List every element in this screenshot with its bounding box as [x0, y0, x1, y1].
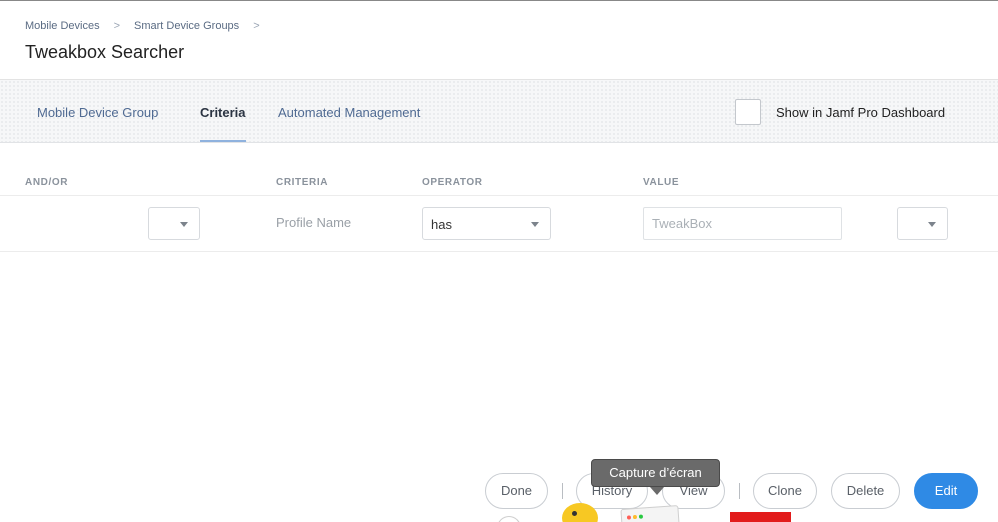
column-header-operator: OPERATOR: [422, 177, 483, 188]
chevron-down-icon: [531, 222, 539, 227]
table-row-divider: [0, 251, 998, 252]
parenthesis-select[interactable]: [897, 207, 948, 240]
page-title: Tweakbox Searcher: [25, 42, 185, 62]
edit-button[interactable]: Edit: [914, 473, 978, 509]
tab-automated-management[interactable]: Automated Management: [278, 105, 420, 141]
criteria-name: Profile Name: [276, 215, 352, 230]
column-header-value: VALUE: [643, 177, 680, 188]
tab-bar: Mobile Device Group Criteria Automated M…: [0, 80, 998, 143]
chevron-down-icon: [928, 222, 936, 227]
window-zoom-dot-icon: [638, 514, 644, 519]
and-or-select[interactable]: [148, 207, 200, 240]
window-minimize-dot-icon: [632, 514, 638, 520]
breadcrumb-separator: >: [253, 20, 260, 32]
dashboard-label: Show in Jamf Pro Dashboard: [776, 104, 946, 120]
breadcrumb-smart-device-groups[interactable]: Smart Device Groups: [134, 20, 239, 32]
done-button[interactable]: Done: [485, 473, 548, 509]
table-header-divider: [0, 195, 998, 196]
delete-button[interactable]: Delete: [831, 473, 900, 509]
dock-app-icon[interactable]: [497, 516, 521, 522]
column-header-criteria: CRITERIA: [276, 177, 329, 188]
dock-app-icon[interactable]: [730, 512, 791, 522]
tab-mobile-device-group[interactable]: Mobile Device Group: [37, 105, 158, 141]
operator-value: has: [431, 217, 452, 232]
button-separator: [562, 483, 563, 499]
chevron-down-icon: [180, 222, 188, 227]
screenshot-tooltip: Capture d’écran: [591, 459, 720, 495]
screenshot-app-icon[interactable]: [620, 505, 680, 522]
tab-criteria[interactable]: Criteria: [200, 105, 246, 142]
operator-select[interactable]: has: [422, 207, 551, 240]
breadcrumb-mobile-devices[interactable]: Mobile Devices: [25, 20, 100, 32]
dashboard-checkbox[interactable]: [735, 99, 761, 125]
dashboard-toggle: Show in Jamf Pro Dashboard: [735, 99, 945, 125]
breadcrumb: Mobile Devices > Smart Device Groups >: [25, 20, 274, 32]
button-separator: [739, 483, 740, 499]
window-close-dot-icon: [626, 515, 632, 520]
column-header-and-or: AND/OR: [25, 177, 69, 188]
breadcrumb-separator: >: [113, 20, 121, 32]
clone-button[interactable]: Clone: [753, 473, 817, 509]
value-input[interactable]: [643, 207, 842, 240]
page-header: Mobile Devices > Smart Device Groups > T…: [0, 1, 998, 80]
